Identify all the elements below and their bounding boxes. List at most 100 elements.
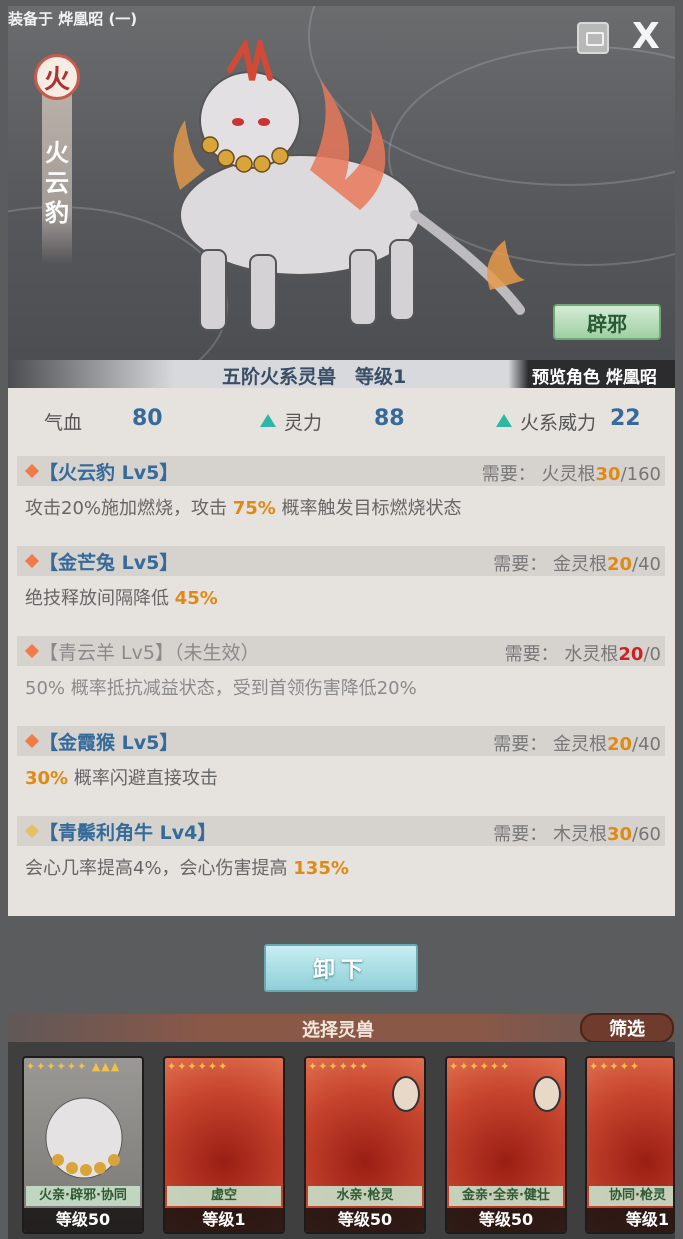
skill-entry-inactive: 【青云羊 Lv5】（未生效） 需要： 水灵根20/0 50% 概率抵抗减益状态，… [17, 636, 665, 700]
hp-value: 80 [132, 406, 163, 431]
req-root: 金灵根 [552, 734, 607, 755]
req-label: 需要： [493, 554, 548, 575]
beast-card[interactable]: ✦✦✦✦✦✦ ▲▲▲ 火亲·辟邪·协同 等级50 [22, 1056, 144, 1234]
desc-text: 绝技释放间隔降低 [25, 588, 175, 609]
req-have: 20 [618, 644, 644, 665]
owner-avatar [392, 1076, 420, 1112]
skill-description: 50% 概率抵抗减益状态，受到首领伤害降低20% [17, 666, 665, 700]
beast-card[interactable]: ✦✦✦✦✦✦ 金亲·全亲·健壮 等级50 [445, 1056, 567, 1234]
skill-header: 【金霞猴 Lv5】 需要： 金灵根20/40 [17, 726, 665, 756]
beast-card[interactable]: ✦✦✦✦✦ 协同·枪灵 等级1 [585, 1056, 675, 1234]
card-traits: 火亲·辟邪·协同 [26, 1186, 140, 1206]
req-root: 金灵根 [552, 554, 607, 575]
desc-text: 概率触发目标燃烧状态 [275, 498, 462, 519]
skill-name: 【青云羊 Lv5】（未生效） [39, 642, 260, 664]
req-need: /40 [632, 734, 661, 755]
desc-highlight: 30% [25, 768, 69, 789]
close-button[interactable]: X [632, 16, 660, 57]
skill-name: 【金芒兔 Lv5】 [39, 552, 179, 574]
skill-entry: 【金芒兔 Lv5】 需要： 金灵根20/40 绝技释放间隔降低 45% [17, 546, 665, 610]
diamond-icon [24, 553, 40, 569]
beast-card[interactable]: ✦✦✦✦✦✦ 虚空 等级1 [163, 1056, 285, 1234]
skill-description: 会心几率提高4%，会心伤害提高 135% [17, 846, 665, 880]
req-have: 30 [595, 464, 621, 485]
skill-requirement: 需要： 金灵根20/40 [493, 730, 661, 756]
skill-entry: 【金霞猴 Lv5】 需要： 金灵根20/40 30% 概率闪避直接攻击 [17, 726, 665, 790]
desc-text: 攻击20%施加燃烧，攻击 [25, 498, 233, 519]
diamond-icon [24, 733, 40, 749]
beast-grade-level: 五阶火系灵兽 等级1 [222, 366, 407, 388]
card-traits: 水亲·枪灵 [308, 1186, 422, 1206]
info-card-icon[interactable] [577, 22, 609, 54]
equipped-on-label: 装备于 烨凰昭 (一) [8, 10, 138, 28]
stats-row: 气血 80 灵力 88 火系威力 22 [8, 398, 675, 444]
card-traits: 金亲·全亲·健壮 [449, 1186, 563, 1206]
owner-avatar [533, 1076, 561, 1112]
skill-name: 【火云豹 Lv5】 [39, 462, 179, 484]
fire-power-value: 22 [610, 406, 641, 431]
fire-power-label: 火系威力 [520, 412, 597, 434]
desc-text: 会心几率提高4%，会心伤害提高 [25, 858, 294, 879]
skill-description: 绝技释放间隔降低 45% [17, 576, 665, 610]
desc-highlight: 135% [293, 858, 349, 879]
req-root: 火灵根 [541, 464, 596, 485]
req-root: 水灵根 [564, 644, 619, 665]
up-arrow-icon [260, 414, 276, 427]
hp-label: 气血 [44, 412, 83, 434]
rarity-stars: ✦✦✦✦✦ [589, 1060, 641, 1073]
skill-header: 【火云豹 Lv5】 需要： 火灵根30/160 [17, 456, 665, 486]
req-label: 需要： [504, 644, 559, 665]
skill-description: 30% 概率闪避直接攻击 [17, 756, 665, 790]
req-root: 木灵根 [552, 824, 607, 845]
card-level: 等级50 [447, 1208, 565, 1232]
beast-card[interactable]: ✦✦✦✦✦✦ 水亲·枪灵 等级50 [304, 1056, 426, 1234]
rarity-stars: ✦✦✦✦✦✦ ▲▲▲ [26, 1060, 121, 1073]
req-have: 30 [606, 824, 633, 845]
diamond-icon [24, 643, 40, 659]
filter-button[interactable]: 筛选 [580, 1013, 674, 1043]
spirit-value: 88 [374, 406, 405, 431]
desc-text: 概率闪避直接攻击 [68, 768, 218, 789]
desc-highlight: 75% [232, 498, 276, 519]
trait-bixie-button[interactable]: 辟邪 [553, 304, 661, 340]
req-have: 20 [606, 734, 633, 755]
card-traits: 协同·枪灵 [589, 1186, 673, 1206]
fire-element-icon: 火 [34, 54, 80, 100]
skill-description: 攻击20%施加燃烧，攻击 75% 概率触发目标燃烧状态 [17, 486, 665, 520]
skill-entry: 【青鬃利角牛 Lv4】 需要： 木灵根30/60 会心几率提高4%，会心伤害提高… [17, 816, 665, 880]
card-traits: 虚空 [167, 1186, 281, 1206]
req-label: 需要： [481, 464, 536, 485]
skill-entry: 【火云豹 Lv5】 需要： 火灵根30/160 攻击20%施加燃烧，攻击 75%… [17, 456, 665, 520]
req-need: /40 [632, 554, 661, 575]
diamond-icon [24, 463, 40, 479]
select-beast-title: 选择灵兽 [302, 1020, 374, 1041]
card-level: 等级50 [306, 1208, 424, 1232]
skill-header: 【青鬃利角牛 Lv4】 需要： 木灵根30/60 [17, 816, 665, 846]
beast-detail-window: 装备于 烨凰昭 (一) X 火 火云豹 辟邪 五阶火系灵兽 等级1 预览角色 烨… [0, 0, 683, 1239]
beast-illustration [173, 40, 525, 331]
req-have: 20 [606, 554, 633, 575]
rarity-stars: ✦✦✦✦✦✦ [308, 1060, 370, 1073]
card-level: 等级50 [24, 1208, 142, 1232]
rarity-stars: ✦✦✦✦✦✦ [167, 1060, 229, 1073]
req-need: /60 [632, 824, 661, 845]
unequip-button[interactable]: 卸下 [264, 944, 418, 992]
card-level: 等级1 [165, 1208, 283, 1232]
skill-name: 【金霞猴 Lv5】 [39, 732, 179, 754]
req-label: 需要： [493, 734, 548, 755]
spirit-label: 灵力 [284, 412, 323, 434]
req-need: /0 [643, 644, 661, 665]
desc-highlight: 45% [174, 588, 218, 609]
skill-requirement: 需要： 水灵根20/0 [505, 640, 661, 666]
skill-requirement: 需要： 火灵根30/160 [482, 460, 661, 486]
rarity-stars: ✦✦✦✦✦✦ [449, 1060, 511, 1073]
up-arrow-icon [496, 414, 512, 427]
card-level: 等级1 [587, 1208, 673, 1232]
desc-text: 50% 概率抵抗减益状态，受到首领伤害降低20% [25, 678, 417, 699]
req-need: /160 [620, 464, 661, 485]
diamond-icon [24, 823, 40, 839]
skill-requirement: 需要： 木灵根30/60 [493, 820, 661, 846]
skill-header: 【金芒兔 Lv5】 需要： 金灵根20/40 [17, 546, 665, 576]
preview-character: 预览角色 烨凰昭 [532, 368, 657, 388]
req-label: 需要： [493, 824, 548, 845]
